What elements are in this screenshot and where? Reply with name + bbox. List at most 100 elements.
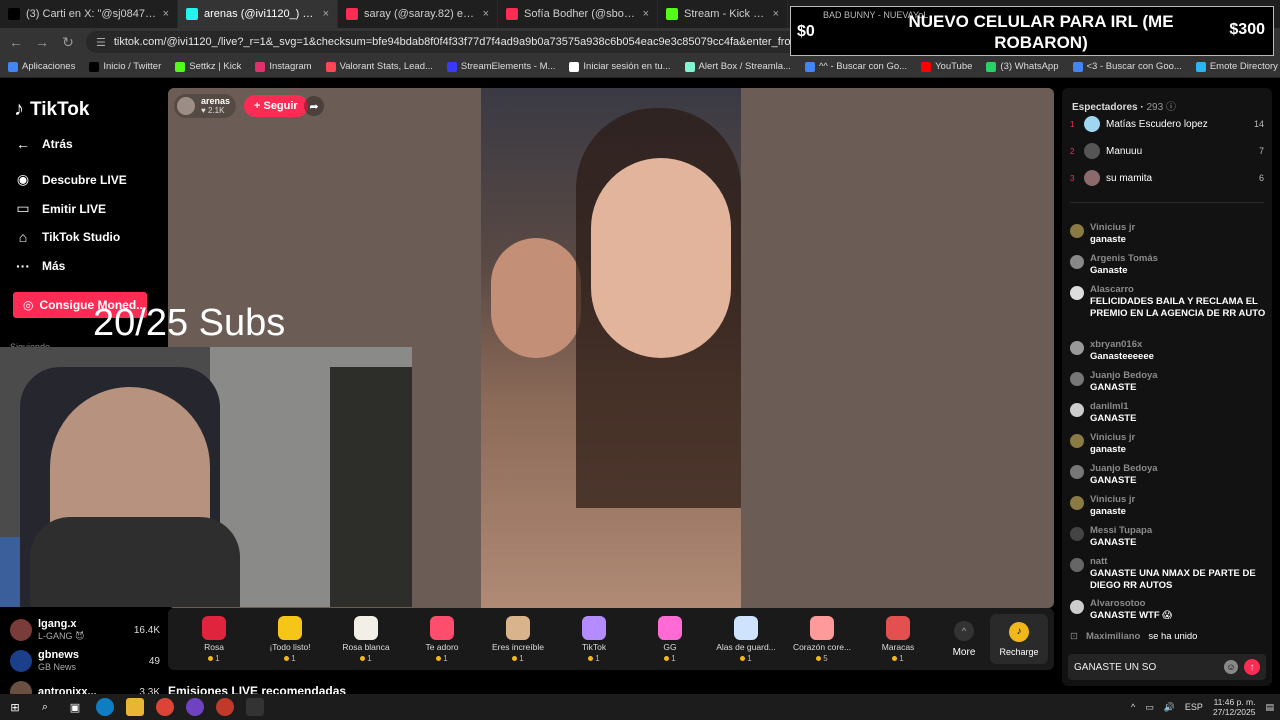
- volume-icon[interactable]: 🔊: [1164, 702, 1175, 713]
- sidebar-nav-item[interactable]: ⌂ TikTok Studio: [14, 229, 120, 245]
- followed-account[interactable]: lgang.x L-GANG 😈 16.4K: [10, 617, 160, 643]
- gift-item[interactable]: Te adoro 1: [404, 615, 480, 663]
- bookmark-item[interactable]: <3 - Buscar con Goo...: [1072, 61, 1182, 72]
- bookmark-item[interactable]: (3) WhatsApp: [986, 61, 1059, 72]
- chat-username[interactable]: Alvarosotoo: [1090, 598, 1172, 610]
- gift-item[interactable]: Maracas 1: [860, 615, 936, 663]
- avatar[interactable]: [1070, 465, 1084, 479]
- search-icon[interactable]: ⌕: [36, 698, 54, 716]
- viewers-heading[interactable]: Espectadores · 293 ⓘ: [1072, 98, 1176, 113]
- chat-username[interactable]: Vinicius jr: [1090, 222, 1135, 234]
- chrome-icon[interactable]: [156, 698, 174, 716]
- forward-arrow-icon[interactable]: →: [34, 34, 50, 50]
- chat-username[interactable]: Juanjo Bedoya: [1090, 370, 1158, 382]
- browser-tab[interactable]: (3) Carti en X: "@sj0847 Est... ×: [0, 0, 178, 28]
- chat-username[interactable]: Vinicius jr: [1090, 494, 1135, 506]
- bookmark-item[interactable]: Iniciar sesión en tu...: [569, 61, 671, 72]
- bookmark-item[interactable]: Settkz | Kick: [175, 61, 241, 72]
- avatar[interactable]: [1070, 403, 1084, 417]
- browser-tab[interactable]: saray (@saray.82) está emitiend... ×: [338, 0, 498, 28]
- tiktok-logo[interactable]: ♪ TikTok: [14, 98, 89, 121]
- gift-item[interactable]: Eres increíble 1: [480, 615, 556, 663]
- live-video[interactable]: [481, 88, 741, 608]
- edge-icon[interactable]: [96, 698, 114, 716]
- avatar[interactable]: [1070, 224, 1084, 238]
- browser-tab[interactable]: Stream - Kick Dashboard ×: [658, 0, 788, 28]
- notifications-icon[interactable]: ▤: [1265, 702, 1274, 713]
- chat-username[interactable]: Messi Tupapa: [1090, 525, 1152, 537]
- close-tab-icon[interactable]: ×: [643, 8, 649, 20]
- avatar[interactable]: [1070, 558, 1084, 572]
- avatar: [1084, 170, 1100, 186]
- site-info-icon[interactable]: ☰: [96, 36, 106, 49]
- avatar[interactable]: [1070, 600, 1084, 614]
- avatar[interactable]: [1070, 372, 1084, 386]
- gift-item[interactable]: Alas de guard... 1: [708, 615, 784, 663]
- close-tab-icon[interactable]: ×: [163, 8, 169, 20]
- chat-username[interactable]: Juanjo Bedoya: [1090, 463, 1158, 475]
- bookmark-item[interactable]: Inicio / Twitter: [89, 61, 161, 72]
- gift-item[interactable]: Rosa blanca 1: [328, 615, 404, 663]
- more-gifts-button[interactable]: ^ More: [936, 620, 992, 658]
- gift-item[interactable]: Rosa 1: [176, 615, 252, 663]
- sidebar-nav-item[interactable]: ··· Más: [14, 258, 65, 274]
- avatar[interactable]: [1070, 527, 1084, 541]
- gift-item[interactable]: Corazón core... 5: [784, 615, 860, 663]
- close-tab-icon[interactable]: ×: [483, 8, 489, 20]
- top-viewer-row[interactable]: 2 Manuuu 7: [1070, 141, 1264, 161]
- avatar[interactable]: [1070, 496, 1084, 510]
- chat-input[interactable]: GANASTE UN SO ☺ ↑: [1068, 654, 1266, 680]
- file-explorer-icon[interactable]: [126, 698, 144, 716]
- bookmark-item[interactable]: Alert Box / Streamla...: [684, 61, 791, 72]
- task-view-icon[interactable]: ▣: [66, 698, 84, 716]
- close-tab-icon[interactable]: ×: [773, 8, 779, 20]
- avatar[interactable]: [1070, 434, 1084, 448]
- follow-button[interactable]: + Seguir: [244, 95, 308, 117]
- close-tab-icon[interactable]: ×: [323, 8, 329, 20]
- reload-icon[interactable]: ↻: [60, 34, 76, 51]
- chevron-up-icon[interactable]: ^: [1131, 702, 1135, 712]
- followed-account[interactable]: gbnews GB News 49: [10, 648, 160, 674]
- browser-tab[interactable]: arenas (@ivi1120_) está en... ×: [178, 0, 338, 28]
- browser-tab[interactable]: Sofía Bodher (@sbodher)... ×: [498, 0, 658, 28]
- avatar[interactable]: [1070, 286, 1084, 300]
- bookmark-item[interactable]: StreamElements - M...: [446, 61, 555, 72]
- top-viewer-row[interactable]: 1 Matías Escudero lopez 14: [1070, 114, 1264, 134]
- back-link[interactable]: ← Atrás: [14, 136, 73, 152]
- chat-username[interactable]: danilml1: [1090, 401, 1136, 413]
- chat-username[interactable]: natt: [1090, 556, 1266, 568]
- clock[interactable]: 11:46 p. m. 27/12/2025: [1213, 697, 1256, 717]
- bookmark-item[interactable]: Aplicaciones: [8, 61, 75, 72]
- network-icon[interactable]: ▭: [1145, 702, 1154, 713]
- sidebar-nav-item[interactable]: ◉ Descubre LIVE: [14, 171, 127, 188]
- sidebar-nav-item[interactable]: ▭ Emitir LIVE: [14, 200, 106, 217]
- bookmark-item[interactable]: YouTube: [921, 61, 972, 72]
- windows-start-icon[interactable]: ⊞: [6, 698, 24, 716]
- avatar[interactable]: [1070, 255, 1084, 269]
- chat-text: ganaste: [1090, 444, 1126, 455]
- gift-item[interactable]: TikTok 1: [556, 615, 632, 663]
- info-icon[interactable]: ⓘ: [1166, 102, 1176, 113]
- back-arrow-icon[interactable]: ←: [8, 34, 24, 50]
- recharge-button[interactable]: ♪ Recharge: [990, 614, 1048, 664]
- gift-item[interactable]: GG 1: [632, 615, 708, 663]
- bookmark-item[interactable]: ^^ - Buscar con Go...: [804, 61, 907, 72]
- gift-item[interactable]: ¡Todo listo! 1: [252, 615, 328, 663]
- chat-username[interactable]: Alascarro: [1090, 284, 1266, 296]
- language-indicator[interactable]: ESP: [1185, 702, 1203, 712]
- bookmark-item[interactable]: Valorant Stats, Lead...: [325, 61, 433, 72]
- chat-username[interactable]: Vinicius jr: [1090, 432, 1135, 444]
- bookmark-item[interactable]: Instagram: [255, 61, 312, 72]
- emoji-icon[interactable]: ☺: [1224, 660, 1238, 674]
- chat-username[interactable]: xbryan016x: [1090, 339, 1154, 351]
- avatar[interactable]: [1070, 341, 1084, 355]
- obs-icon[interactable]: [186, 698, 204, 716]
- tiktok-studio-icon[interactable]: [246, 698, 264, 716]
- top-viewer-row[interactable]: 3 su mamita 6: [1070, 168, 1264, 188]
- share-icon[interactable]: ➦: [304, 96, 324, 116]
- send-icon[interactable]: ↑: [1244, 659, 1260, 675]
- chat-username[interactable]: Argenis Tomás: [1090, 253, 1158, 265]
- app-icon[interactable]: [216, 698, 234, 716]
- bookmark-item[interactable]: Emote Directory - 7...: [1195, 61, 1280, 72]
- host-info[interactable]: arenas ♥ 2.1K: [174, 94, 237, 118]
